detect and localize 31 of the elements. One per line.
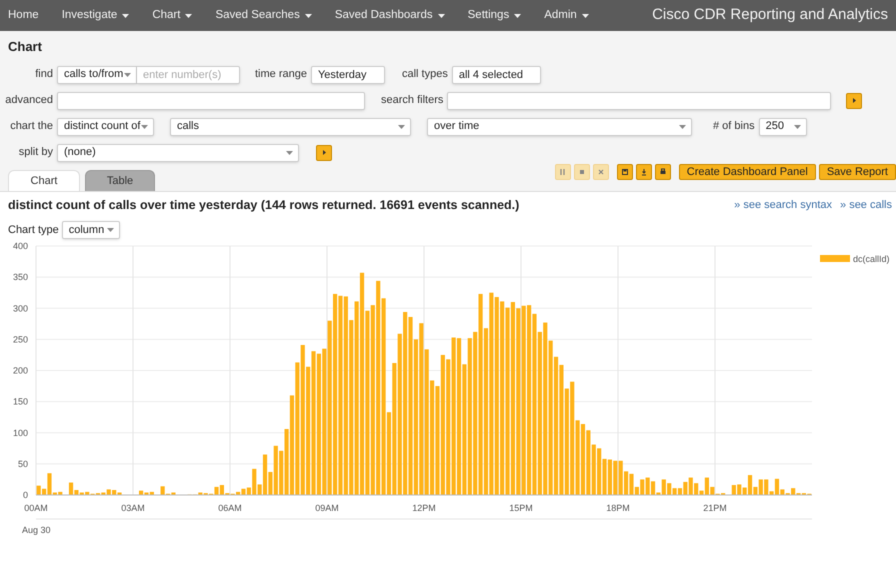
results-summary: distinct count of calls over time yesterday (144 rows returned. 16691 events scanned.) <box>8 197 520 214</box>
x-axis-label: 03AM <box>121 502 145 513</box>
y-axis-label: 250 <box>12 334 28 344</box>
x-axis-label: 06AM <box>218 502 242 513</box>
y-axis-label: 200 <box>12 365 28 376</box>
x-axis-label: 18PM <box>606 502 630 513</box>
y-axis-label: 300 <box>12 303 28 313</box>
y-axis-label: 400 <box>12 240 28 251</box>
x-axis-label: 21PM <box>703 502 727 513</box>
date-label: Aug 30 <box>22 524 51 535</box>
field-label: split by <box>18 145 54 160</box>
x-axis-label: 12PM <box>412 502 436 513</box>
field-label: find <box>34 67 54 82</box>
field-label: call types <box>402 67 449 82</box>
y-axis-label: 100 <box>12 428 28 438</box>
page-title: Chart <box>7 38 42 56</box>
field-label: # of bins <box>713 119 756 134</box>
y-axis-label: 0 <box>22 490 28 500</box>
x-axis-label: 09AM <box>315 502 339 513</box>
field-label: advanced <box>4 93 54 108</box>
y-axis-label: 350 <box>12 272 28 282</box>
field-label: search filters <box>381 93 444 108</box>
field-label: chart the <box>9 119 54 134</box>
legend-label: dc(callId) <box>853 254 890 264</box>
field-label: time range <box>255 67 308 82</box>
x-axis-label: 00AM <box>24 502 48 513</box>
y-axis-label: 50 <box>18 458 28 469</box>
y-axis-label: 150 <box>12 396 28 406</box>
x-axis-label: 15PM <box>509 502 533 513</box>
app-title: Cisco CDR Reporting and Analytics <box>652 5 888 26</box>
chart-type-label: Chart type <box>8 222 59 238</box>
